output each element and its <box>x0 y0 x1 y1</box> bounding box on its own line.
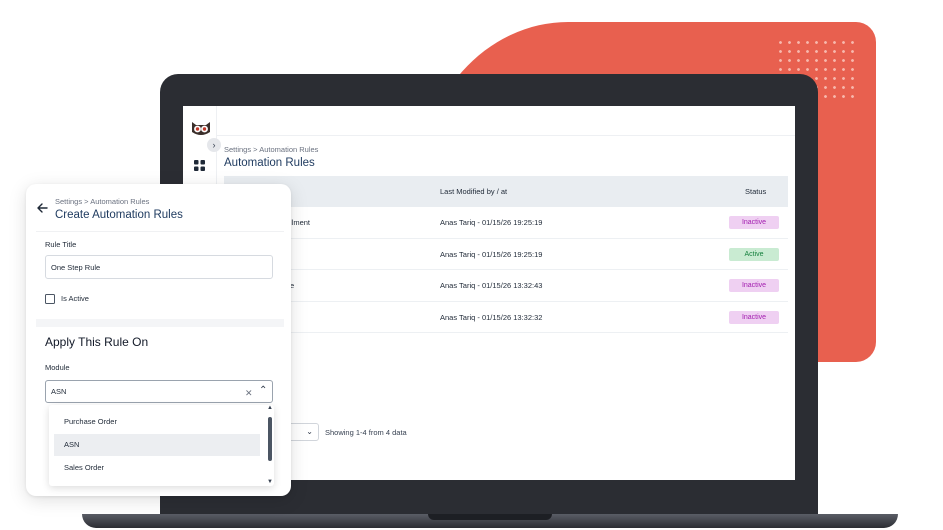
create-rule-card: Settings > Automation Rules Create Autom… <box>26 184 291 496</box>
breadcrumb: Settings > Automation Rules <box>224 145 319 154</box>
dropdown-option[interactable]: ASN <box>54 434 260 456</box>
table-row[interactable]: Anas Tariq - 01/15/26 19:25:19 Active <box>224 239 788 270</box>
close-icon[interactable]: ✕ <box>245 388 253 399</box>
is-active-checkbox[interactable] <box>45 294 55 304</box>
section-divider <box>36 319 284 327</box>
scroll-down-icon[interactable]: ▼ <box>267 479 273 485</box>
table-row[interactable]: llment Anas Tariq - 01/15/26 19:25:19 In… <box>224 207 788 239</box>
owl-logo-icon[interactable] <box>190 120 212 136</box>
card-title: Create Automation Rules <box>55 209 183 221</box>
page-title: Automation Rules <box>224 157 315 169</box>
table-row[interactable]: Anas Tariq - 01/15/26 13:32:32 Inactive <box>224 302 788 333</box>
app-topbar <box>217 106 795 136</box>
rules-table: Last Modified by / at Status llment Anas… <box>224 176 788 333</box>
chevron-down-icon: ⌄ <box>306 427 313 436</box>
modified-cell: Anas Tariq - 01/15/26 13:32:32 <box>440 312 543 322</box>
status-badge: Active <box>729 247 779 261</box>
scroll-up-icon[interactable]: ▲ <box>267 405 273 411</box>
column-header-modified: Last Modified by / at <box>440 187 508 196</box>
rule-name-cell: llment <box>290 218 311 227</box>
modified-cell: Anas Tariq - 01/15/26 13:32:43 <box>440 281 543 290</box>
chevron-right-icon[interactable]: › <box>207 138 221 152</box>
dropdown-scrollbar[interactable]: ▲ ▼ <box>267 405 273 485</box>
grid-icon[interactable] <box>194 160 205 171</box>
status-badge: Inactive <box>729 310 779 324</box>
apply-section-title: Apply This Rule On <box>45 335 149 349</box>
modified-cell: Anas Tariq - 01/15/26 19:25:19 <box>440 218 543 227</box>
module-select[interactable]: ASN <box>45 380 273 403</box>
rule-title-label: Rule Title <box>45 240 77 249</box>
is-active-label: Is Active <box>61 294 89 303</box>
chevron-up-icon[interactable]: ⌃ <box>259 385 267 396</box>
module-dropdown: Purchase Order ASN Sales Order ▲ ▼ <box>49 405 274 486</box>
modified-cell: Anas Tariq - 01/15/26 19:25:19 <box>440 249 543 259</box>
module-label: Module <box>45 363 70 372</box>
card-breadcrumb: Settings > Automation Rules <box>55 197 150 206</box>
column-header-status: Status <box>745 187 767 196</box>
status-badge: Inactive <box>729 279 779 292</box>
laptop-notch <box>428 514 552 520</box>
rule-title-input[interactable]: One Step Rule <box>45 255 273 279</box>
pagination-text: Showing 1-4 from 4 data <box>325 428 407 437</box>
table-header: Last Modified by / at Status <box>224 176 788 207</box>
arrow-left-icon[interactable] <box>36 202 48 214</box>
dropdown-option[interactable]: Purchase Order <box>54 411 260 433</box>
table-row[interactable]: e Anas Tariq - 01/15/26 13:32:43 Inactiv… <box>224 270 788 302</box>
status-badge: Inactive <box>729 216 779 229</box>
card-header: Settings > Automation Rules Create Autom… <box>26 184 291 232</box>
scrollbar-thumb[interactable] <box>268 417 272 461</box>
dropdown-option[interactable]: Sales Order <box>54 457 260 479</box>
